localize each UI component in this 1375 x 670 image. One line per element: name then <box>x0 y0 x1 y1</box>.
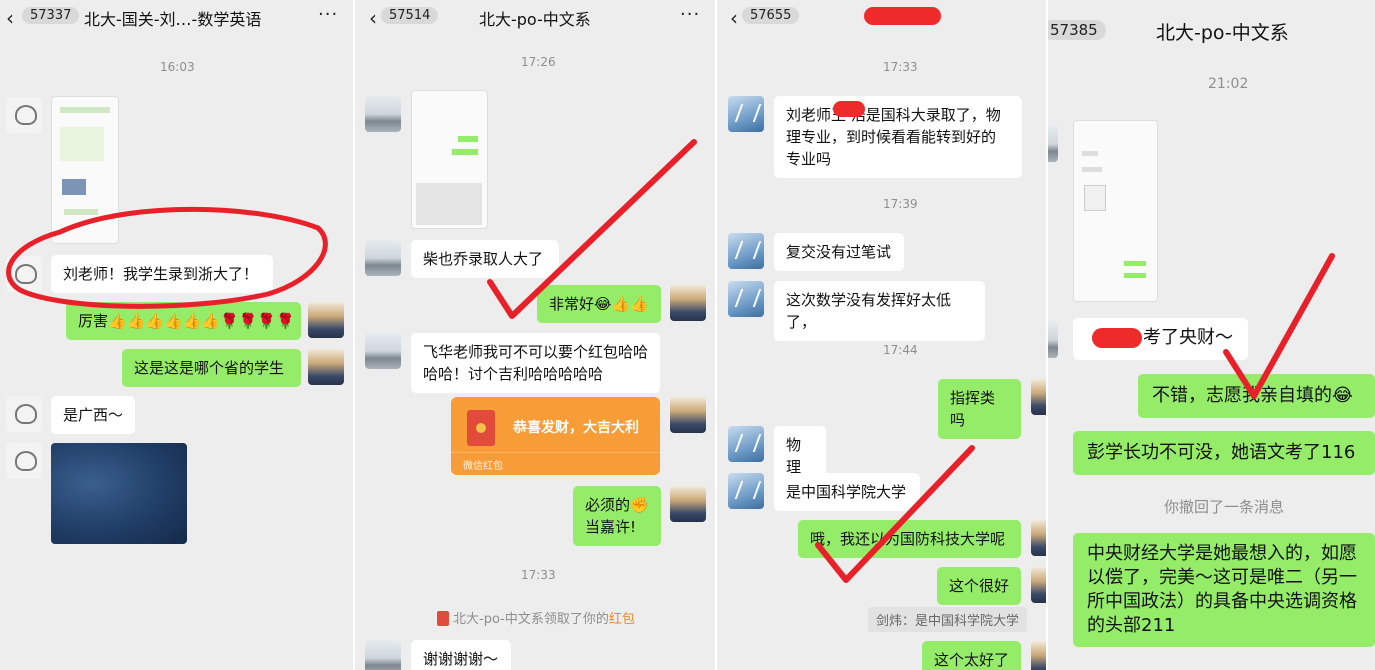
self-avatar[interactable] <box>670 486 706 522</box>
timestamp: 17:33 <box>521 568 556 582</box>
unread-count-badge[interactable]: 57655 <box>742 7 800 24</box>
sent-message[interactable]: 指挥类吗 <box>938 379 1021 439</box>
contact-avatar[interactable] <box>728 426 764 462</box>
contact-avatar[interactable] <box>728 96 764 132</box>
redacted-title <box>864 7 941 25</box>
chat-panel-3: ‹ 57655 17:33 刘老师王 浩是国科大录取了，物理专业，到时候看看能转… <box>717 0 1046 670</box>
timestamp: 17:44 <box>883 343 918 357</box>
sent-message[interactable]: 这是这是哪个省的学生 <box>122 349 301 387</box>
red-packet-footer: 微信红包 <box>463 461 503 472</box>
chat-title: 北大-po-中文系 <box>479 10 591 29</box>
sent-message[interactable]: 这个很好 <box>937 567 1021 605</box>
system-notice: 北大-po-中文系领取了你的红包 <box>437 608 635 627</box>
received-message[interactable]: 复交没有过笔试 <box>774 233 904 271</box>
more-icon[interactable]: ··· <box>318 4 338 25</box>
received-message[interactable]: 谢谢谢谢～ <box>411 640 511 670</box>
chat-header: ‹ 57655 <box>717 0 1046 34</box>
chat-header: 57385 北大-po-中文系 <box>1048 0 1375 44</box>
unread-count-badge[interactable]: 57385 <box>1048 20 1106 40</box>
red-envelope-icon <box>467 410 495 446</box>
back-chevron-icon[interactable]: ‹ <box>6 6 14 30</box>
chat-header: ‹ 57337 北大-国关-刘…-数学英语 ··· <box>0 0 353 34</box>
redacted-name <box>1092 328 1142 348</box>
shared-screenshot-image[interactable] <box>1073 120 1158 302</box>
timestamp: 17:33 <box>883 60 918 74</box>
chat-panel-1: ‹ 57337 北大-国关-刘…-数学英语 ··· 16:03 刘老师！我学生录… <box>0 0 353 670</box>
contact-avatar[interactable] <box>728 233 764 269</box>
more-icon[interactable]: ··· <box>680 4 700 25</box>
contact-avatar[interactable] <box>1048 126 1058 162</box>
contact-avatar[interactable] <box>728 473 764 509</box>
chat-header: ‹ 57514 北大-po-中文系 ··· <box>355 0 715 34</box>
back-chevron-icon[interactable]: ‹ <box>369 6 377 30</box>
sent-message[interactable]: 哦，我还以为国防科技大学呢 <box>798 520 1021 558</box>
sent-message[interactable]: 彭学长功不可没，她语文考了116 <box>1073 431 1375 475</box>
red-packet-link[interactable]: 红包 <box>609 612 635 627</box>
contact-avatar[interactable] <box>6 396 42 432</box>
self-avatar[interactable] <box>308 302 344 338</box>
unread-count-badge[interactable]: 57337 <box>22 7 80 24</box>
admission-letter-photo[interactable] <box>51 443 187 544</box>
sent-message[interactable]: 这个太好了 <box>922 641 1021 670</box>
received-message[interactable]: 刘老师王 浩是国科大录取了，物理专业，到时候看看能转到好的专业吗 <box>774 96 1022 178</box>
chat-title: 北大-国关-刘…-数学英语 <box>84 10 262 29</box>
contact-avatar[interactable] <box>365 640 401 670</box>
self-avatar[interactable] <box>308 349 344 385</box>
timestamp: 17:39 <box>883 197 918 211</box>
sent-message[interactable]: 不错，志愿我亲自填的😂 <box>1138 374 1375 418</box>
sent-message[interactable]: 必须的✊ 当嘉许! <box>573 486 661 546</box>
red-packet-card[interactable]: 恭喜发财，大吉大利 微信红包 <box>451 397 660 475</box>
quoted-message[interactable]: 剑炜：是中国科学院大学 <box>868 607 1028 632</box>
self-avatar[interactable] <box>1031 520 1046 556</box>
contact-avatar[interactable] <box>728 281 764 317</box>
contact-avatar[interactable] <box>365 240 401 276</box>
contact-avatar[interactable] <box>6 256 42 292</box>
red-envelope-icon <box>437 611 449 626</box>
self-avatar[interactable] <box>670 397 706 433</box>
shared-screenshot-image[interactable] <box>411 90 488 229</box>
sent-message[interactable]: 厉害👍👍👍👍👍👍🌹🌹🌹🌹 <box>66 302 301 340</box>
self-avatar[interactable] <box>1031 567 1046 603</box>
system-notice-text: 北大-po-中文系领取了你的 <box>453 612 609 627</box>
shared-screenshot-image[interactable] <box>51 96 119 244</box>
self-avatar[interactable] <box>1031 379 1046 415</box>
unread-count-badge[interactable]: 57514 <box>381 7 439 24</box>
contact-avatar[interactable] <box>365 96 401 132</box>
self-avatar[interactable] <box>670 285 706 321</box>
contact-avatar[interactable] <box>365 333 401 369</box>
chat-panel-2: ‹ 57514 北大-po-中文系 ··· 17:26 柴也乔录取人大了 非常好… <box>355 0 715 670</box>
timestamp: 21:02 <box>1208 76 1249 92</box>
received-message[interactable]: 刘老师！我学生录到浙大了！ <box>51 255 273 293</box>
received-message[interactable]: 飞华老师我可不可以要个红包哈哈哈哈！讨个吉利哈哈哈哈哈 <box>411 333 660 393</box>
received-message[interactable]: 是广西～ <box>51 396 135 434</box>
recall-notice: 你撤回了一条消息 <box>1164 498 1285 516</box>
sent-message[interactable]: 中央财经大学是她最想入的，如愿以偿了，完美～这可是唯二（另一所中国政法）的具备中… <box>1073 533 1375 647</box>
sent-message[interactable]: 非常好😂👍👍 <box>537 285 661 323</box>
received-message[interactable]: 这次数学没有发挥好太低了， <box>774 281 985 341</box>
self-avatar[interactable] <box>1031 641 1046 670</box>
contact-avatar[interactable] <box>1048 322 1058 358</box>
contact-avatar[interactable] <box>6 443 42 479</box>
contact-avatar[interactable] <box>6 97 42 133</box>
chat-panel-4: 57385 北大-po-中文系 21:02 考了央财～ 不错，志愿我亲自填的😂 … <box>1048 0 1375 670</box>
received-message[interactable]: 是中国科学院大学 <box>774 473 920 511</box>
redacted-name <box>833 101 865 117</box>
timestamp: 17:26 <box>521 55 556 69</box>
received-message[interactable]: 柴也乔录取人大了 <box>411 240 559 278</box>
back-chevron-icon[interactable]: ‹ <box>730 6 738 30</box>
red-packet-label: 恭喜发财，大吉大利 <box>513 420 639 436</box>
chat-title: 北大-po-中文系 <box>1156 22 1289 44</box>
timestamp: 16:03 <box>160 60 195 74</box>
